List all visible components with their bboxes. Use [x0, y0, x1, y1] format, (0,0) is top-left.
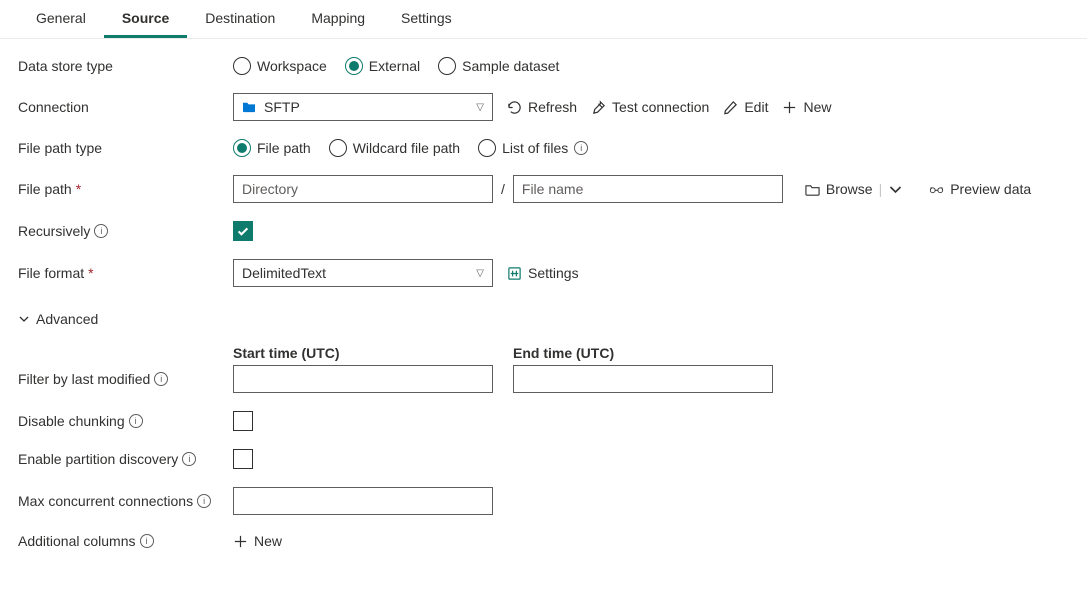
tab-general[interactable]: General [18, 0, 104, 38]
label-recursively: Recursively i [18, 223, 233, 239]
path-separator: / [501, 181, 505, 197]
info-icon[interactable]: i [197, 494, 211, 508]
source-form: Data store type Workspace External Sampl… [0, 39, 1087, 597]
end-time-input[interactable] [513, 365, 773, 393]
browse-button[interactable]: Browse [805, 181, 873, 197]
file-format-value: DelimitedText [242, 265, 326, 281]
partition-discovery-checkbox[interactable] [233, 449, 253, 469]
radio-sample-dataset[interactable]: Sample dataset [438, 57, 559, 75]
label-disable-chunking: Disable chunking i [18, 413, 233, 429]
radio-workspace[interactable]: Workspace [233, 57, 327, 75]
label-start-time: Start time (UTC) [233, 345, 493, 361]
folder-icon [242, 101, 256, 113]
info-icon[interactable]: i [94, 224, 108, 238]
recursively-checkbox[interactable] [233, 221, 253, 241]
folder-outline-icon [805, 182, 820, 197]
tab-mapping[interactable]: Mapping [293, 0, 383, 38]
directory-input[interactable] [233, 175, 493, 203]
plus-icon [782, 100, 797, 115]
check-icon [236, 224, 250, 238]
label-file-format: File format* [18, 265, 233, 281]
label-data-store-type: Data store type [18, 58, 233, 74]
info-icon[interactable]: i [140, 534, 154, 548]
divider: | [879, 181, 883, 197]
label-end-time: End time (UTC) [513, 345, 773, 361]
advanced-toggle[interactable]: Advanced [18, 311, 98, 327]
label-additional-columns: Additional columns i [18, 533, 233, 549]
tab-destination[interactable]: Destination [187, 0, 293, 38]
info-icon[interactable]: i [574, 141, 588, 155]
radio-list-of-files[interactable]: List of files i [478, 139, 588, 157]
info-icon[interactable]: i [182, 452, 196, 466]
filename-input[interactable] [513, 175, 783, 203]
data-store-type-radios: Workspace External Sample dataset [233, 57, 559, 75]
chevron-down-icon: ▽ [476, 268, 484, 279]
glasses-icon [929, 182, 944, 197]
file-path-type-radios: File path Wildcard file path List of fil… [233, 139, 588, 157]
edit-button[interactable]: Edit [723, 99, 768, 115]
label-file-path: File path* [18, 181, 233, 197]
start-time-input[interactable] [233, 365, 493, 393]
file-format-select[interactable]: DelimitedText ▽ [233, 259, 493, 287]
refresh-button[interactable]: Refresh [507, 99, 577, 115]
refresh-icon [507, 100, 522, 115]
chevron-down-icon [18, 313, 30, 325]
label-file-path-type: File path type [18, 140, 233, 156]
test-icon [591, 100, 606, 115]
max-concurrent-input[interactable] [233, 487, 493, 515]
connection-value: SFTP [264, 99, 300, 115]
label-filter-last-modified: Filter by last modified i [18, 371, 233, 387]
label-connection: Connection [18, 99, 233, 115]
label-enable-partition-discovery: Enable partition discovery i [18, 451, 233, 467]
tab-source[interactable]: Source [104, 0, 187, 38]
preview-data-button[interactable]: Preview data [929, 181, 1031, 197]
tab-settings[interactable]: Settings [383, 0, 470, 38]
format-settings-button[interactable]: Settings [507, 265, 579, 281]
test-connection-button[interactable]: Test connection [591, 99, 709, 115]
plus-icon [233, 534, 248, 549]
radio-external[interactable]: External [345, 57, 420, 75]
tab-bar: General Source Destination Mapping Setti… [0, 0, 1087, 39]
label-max-concurrent: Max concurrent connections i [18, 493, 233, 509]
connection-select[interactable]: SFTP ▽ [233, 93, 493, 121]
add-column-button[interactable]: New [233, 533, 282, 549]
radio-wildcard[interactable]: Wildcard file path [329, 139, 460, 157]
info-icon[interactable]: i [154, 372, 168, 386]
edit-icon [723, 100, 738, 115]
disable-chunking-checkbox[interactable] [233, 411, 253, 431]
chevron-down-icon [888, 182, 903, 197]
chevron-down-icon: ▽ [476, 102, 484, 113]
new-connection-button[interactable]: New [782, 99, 831, 115]
settings-icon [507, 266, 522, 281]
browse-dropdown[interactable] [888, 182, 903, 197]
info-icon[interactable]: i [129, 414, 143, 428]
radio-file-path[interactable]: File path [233, 139, 311, 157]
